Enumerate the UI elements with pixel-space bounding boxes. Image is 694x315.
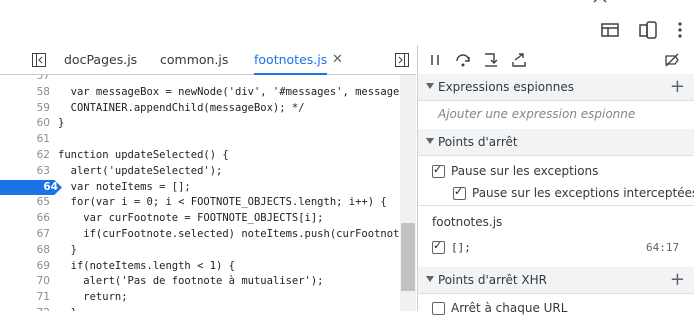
breakpoint-line-number[interactable]: 64 <box>0 179 62 196</box>
breakpoints-section-header[interactable]: Points d'arrêt <box>418 129 694 156</box>
expand-triangle-icon <box>426 276 434 282</box>
tab-footnotes[interactable]: footnotes.js <box>254 45 328 75</box>
line-number[interactable]: 62 <box>0 148 54 164</box>
pause-caught-checkbox[interactable] <box>453 185 466 200</box>
code-line: var curFootnote = FOOTNOTE_OBJECTS[i]; <box>58 212 324 225</box>
code-editor[interactable]: 57 58 59 60 61 62 63 64 65 66 67 68 69 7… <box>0 75 400 311</box>
toggle-debugger-icon[interactable] <box>395 52 409 67</box>
toggle-navigator-icon[interactable] <box>32 52 46 67</box>
step-over-icon[interactable] <box>454 51 472 69</box>
step-into-icon[interactable] <box>482 51 500 69</box>
line-number[interactable]: 57 <box>0 75 54 85</box>
line-number[interactable]: 70 <box>0 274 54 290</box>
step-out-icon[interactable] <box>510 51 528 69</box>
line-number[interactable]: 61 <box>0 132 54 148</box>
code-line: CONTAINER.appendChild(messageBox); */ <box>58 101 305 114</box>
source-panel: docPages.js common.js footnotes.js ✕ 57 … <box>0 45 416 311</box>
code-line: } <box>58 306 77 311</box>
line-number[interactable]: 69 <box>0 259 54 275</box>
editor-tabs: docPages.js common.js footnotes.js ✕ <box>0 45 416 75</box>
pause-exceptions-label: Pause sur les exceptions <box>451 164 599 178</box>
pause-caught-label: Pause sur les exceptions interceptées <box>472 186 694 200</box>
debugger-sidebar: Expressions espionnes + Ajouter une expr… <box>417 45 694 315</box>
debugger-toolbar <box>418 45 694 75</box>
line-number[interactable]: 65 <box>0 195 54 211</box>
code-line: alert('updateSelected'); <box>58 164 223 177</box>
code-line: var messageBox = newNode('div', '#messag… <box>58 85 400 98</box>
close-icon[interactable] <box>588 0 612 8</box>
code-line: for(var i = 0; i < FOOTNOTE_OBJECTS.leng… <box>58 196 387 209</box>
tab-docpages[interactable]: docPages.js <box>64 45 137 74</box>
pause-icon[interactable] <box>426 51 444 69</box>
add-watch-icon[interactable]: + <box>670 76 685 98</box>
any-url-label: Arrêt à chaque URL <box>451 301 568 315</box>
deactivate-breakpoints-icon[interactable] <box>663 51 681 69</box>
editor-scrollbar-thumb[interactable] <box>401 223 415 291</box>
xhr-section-header[interactable]: Points d'arrêt XHR + <box>418 267 694 294</box>
code-line: } <box>58 117 65 130</box>
line-number[interactable]: 68 <box>0 243 54 259</box>
code-line: alert('Pas de footnote à mutualiser'); <box>58 275 324 288</box>
watch-section-header[interactable]: Expressions espionnes + <box>418 74 694 101</box>
watch-placeholder[interactable]: Ajouter une expression espionne <box>438 107 635 121</box>
dock-layout-icon[interactable] <box>598 18 622 42</box>
code-line: } <box>58 243 77 256</box>
expand-triangle-icon <box>426 138 434 144</box>
line-number[interactable]: 59 <box>0 101 54 117</box>
pause-exceptions-checkbox[interactable] <box>432 163 445 178</box>
line-number[interactable]: 63 <box>0 164 54 180</box>
breakpoint-checkbox[interactable] <box>432 239 445 254</box>
add-xhr-breakpoint-icon[interactable]: + <box>670 269 685 291</box>
line-number[interactable]: 60 <box>0 116 54 132</box>
close-tab-icon[interactable]: ✕ <box>332 45 343 74</box>
line-number[interactable]: 72 <box>0 306 54 311</box>
xhr-title: Points d'arrêt XHR <box>438 273 548 287</box>
breakpoint-file: footnotes.js <box>432 215 503 229</box>
line-number[interactable]: 58 <box>0 85 54 101</box>
code-line-paused: var noteItems = []; <box>58 180 191 193</box>
top-toolbar <box>0 0 694 45</box>
divider <box>418 205 694 206</box>
code-line: function updateSelected() { <box>58 149 229 161</box>
breakpoint-location: 64:17 <box>646 241 680 254</box>
line-number[interactable]: 66 <box>0 211 54 227</box>
breakpoints-title: Points d'arrêt <box>438 135 518 149</box>
code-line: return; <box>58 291 128 304</box>
line-number[interactable]: 71 <box>0 290 54 306</box>
watch-title: Expressions espionnes <box>438 80 574 94</box>
expand-triangle-icon <box>426 83 434 89</box>
breakpoint-code[interactable]: []; <box>451 241 471 254</box>
code-line: if(noteItems.length < 1) { <box>58 259 236 272</box>
line-number[interactable]: 67 <box>0 227 54 243</box>
code-line: if(curFootnote.selected) noteItems.push(… <box>58 228 400 240</box>
more-menu-icon[interactable] <box>668 18 692 42</box>
tab-common[interactable]: common.js <box>160 45 228 74</box>
any-url-checkbox[interactable] <box>432 302 445 315</box>
device-toggle-icon[interactable] <box>636 18 660 42</box>
